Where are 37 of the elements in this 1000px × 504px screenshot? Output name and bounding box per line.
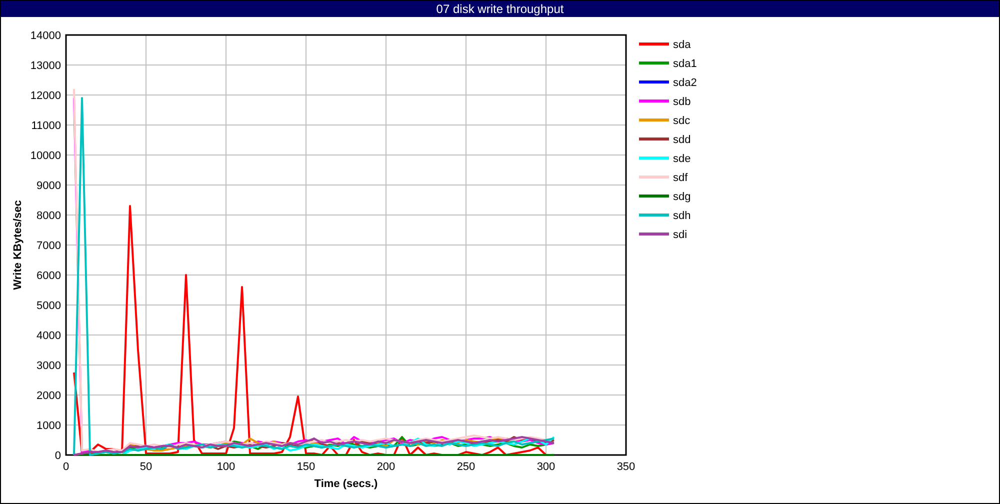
y-tick-label: 1000	[36, 420, 61, 432]
legend-label: sde	[673, 153, 691, 165]
y-axis-label: Write KBytes/sec	[12, 200, 24, 290]
y-tick-label: 8000	[36, 210, 61, 222]
x-tick-label: 0	[62, 461, 70, 473]
legend-label: sdd	[673, 134, 691, 146]
x-tick-label: 250	[456, 461, 476, 473]
y-tick-label: 11000	[31, 120, 61, 132]
legend-label: sda	[673, 39, 691, 51]
legend-label: sdc	[673, 115, 690, 127]
y-tick-label: 4000	[36, 330, 61, 342]
y-tick-label: 14000	[30, 30, 61, 42]
y-tick-label: 10000	[30, 150, 61, 162]
x-axis-label: Time (secs.)	[314, 478, 378, 490]
y-tick-label: 5000	[36, 300, 61, 312]
x-tick-label: 50	[140, 461, 152, 473]
x-tick-label: 200	[376, 461, 396, 473]
legend-label: sdb	[673, 96, 691, 108]
legend-label: sda1	[673, 58, 697, 70]
x-tick-label: 100	[216, 461, 236, 473]
y-tick-label: 3000	[36, 360, 61, 372]
y-tick-label: 2000	[36, 390, 61, 402]
legend-label: sdg	[673, 191, 691, 203]
x-tick-label: 350	[616, 461, 636, 473]
window-title: 07 disk write throughput	[1, 1, 999, 17]
y-tick-label: 12000	[30, 90, 61, 102]
x-tick-label: 300	[536, 461, 556, 473]
y-tick-label: 0	[54, 450, 61, 462]
legend-label: sdh	[673, 210, 691, 222]
y-tick-label: 6000	[36, 270, 61, 282]
x-tick-label: 150	[296, 461, 316, 473]
legend-label: sdi	[673, 229, 688, 241]
y-tick-label: 9000	[36, 180, 61, 192]
legend-label: sdf	[673, 172, 688, 184]
y-tick-label: 7000	[36, 240, 61, 252]
y-tick-label: 13000	[30, 60, 61, 72]
legend-label: sda2	[673, 77, 697, 89]
